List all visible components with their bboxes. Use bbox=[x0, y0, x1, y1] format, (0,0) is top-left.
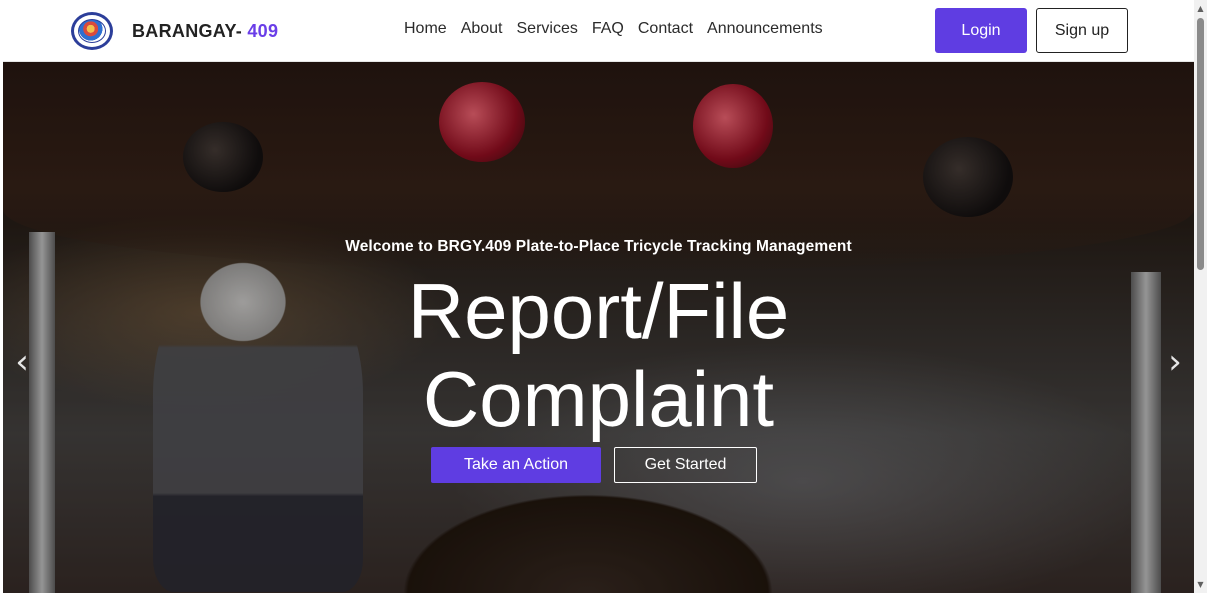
chevron-left-icon[interactable]: ‹ bbox=[5, 337, 39, 387]
brand-name-text: BARANGAY- bbox=[132, 20, 243, 41]
scroll-up-icon[interactable]: ▲ bbox=[1194, 2, 1207, 15]
brand[interactable]: BARANGAY- 409 bbox=[71, 12, 278, 50]
nav-links: Home About Services FAQ Contact Announce… bbox=[404, 20, 837, 38]
brand-name: BARANGAY- 409 bbox=[132, 21, 278, 42]
nav-services[interactable]: Services bbox=[517, 20, 578, 38]
brand-number: 409 bbox=[247, 20, 279, 41]
nav-faq[interactable]: FAQ bbox=[592, 20, 624, 38]
scroll-down-icon[interactable]: ▼ bbox=[1194, 578, 1207, 591]
hero-content: Welcome to BRGY.409 Plate-to-Place Tricy… bbox=[3, 62, 1194, 593]
chevron-right-icon[interactable]: › bbox=[1158, 337, 1192, 387]
take-action-button[interactable]: Take an Action bbox=[431, 447, 601, 483]
page-scrollbar[interactable]: ▲ ▼ bbox=[1194, 0, 1207, 593]
signup-button[interactable]: Sign up bbox=[1036, 8, 1128, 53]
hero-headline-line1: Report/File bbox=[407, 267, 790, 355]
navbar: BARANGAY- 409 Home About Services FAQ Co… bbox=[3, 0, 1194, 62]
hero-headline: Report/File Complaint bbox=[3, 267, 1194, 443]
nav-contact[interactable]: Contact bbox=[638, 20, 693, 38]
nav-about[interactable]: About bbox=[461, 20, 503, 38]
scrollbar-thumb[interactable] bbox=[1197, 18, 1204, 270]
hero-headline-line2: Complaint bbox=[422, 355, 775, 443]
login-button[interactable]: Login bbox=[935, 8, 1027, 53]
get-started-button[interactable]: Get Started bbox=[614, 447, 757, 483]
nav-home[interactable]: Home bbox=[404, 20, 447, 38]
barangay-seal-logo bbox=[71, 12, 113, 50]
hero-welcome-text: Welcome to BRGY.409 Plate-to-Place Tricy… bbox=[345, 238, 852, 255]
hero-carousel: Welcome to BRGY.409 Plate-to-Place Tricy… bbox=[3, 62, 1194, 593]
nav-announcements[interactable]: Announcements bbox=[707, 20, 823, 38]
